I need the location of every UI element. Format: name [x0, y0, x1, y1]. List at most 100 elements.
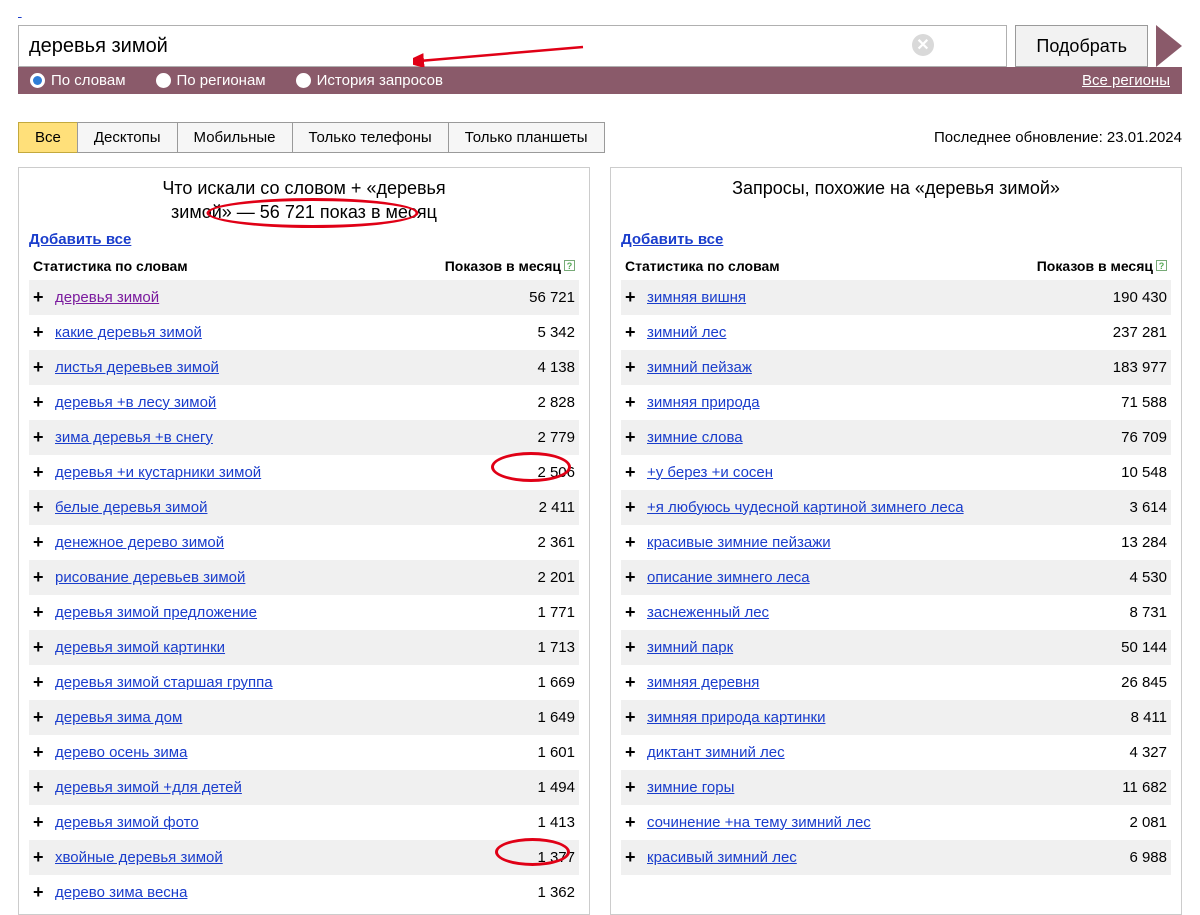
help-icon[interactable]: ?: [564, 260, 575, 271]
impressions-count: 4 530: [1097, 569, 1167, 586]
help-icon[interactable]: ?: [1156, 260, 1167, 271]
keyword-link[interactable]: +у берез +и сосен: [647, 464, 773, 481]
add-icon[interactable]: +: [33, 672, 55, 693]
keyword-link[interactable]: зимний парк: [647, 639, 733, 656]
keyword-link[interactable]: деревья зимой предложение: [55, 604, 257, 621]
search-input[interactable]: [18, 25, 1007, 67]
add-all-left[interactable]: Добавить все: [29, 231, 131, 248]
tab-mobile[interactable]: Мобильные: [177, 122, 293, 153]
keyword-link[interactable]: деревья зимой +для детей: [55, 779, 242, 796]
keyword-link[interactable]: деревья зимой фото: [55, 814, 199, 831]
radio-history[interactable]: История запросов: [296, 72, 443, 89]
keyword-link[interactable]: деревья зима дом: [55, 709, 182, 726]
add-all-right[interactable]: Добавить все: [621, 231, 723, 248]
keyword-link[interactable]: листья деревьев зимой: [55, 359, 219, 376]
keyword-link[interactable]: зимняя природа: [647, 394, 760, 411]
keyword-link[interactable]: зимняя деревня: [647, 674, 759, 691]
tab-phones[interactable]: Только телефоны: [292, 122, 449, 153]
add-icon[interactable]: +: [33, 637, 55, 658]
impressions-count: 1 669: [505, 674, 575, 691]
keyword-link[interactable]: деревья +и кустарники зимой: [55, 464, 261, 481]
add-icon[interactable]: +: [625, 497, 647, 518]
keyword-link[interactable]: дерево зима весна: [55, 884, 187, 901]
add-icon[interactable]: +: [625, 427, 647, 448]
add-icon[interactable]: +: [33, 602, 55, 623]
add-icon[interactable]: +: [625, 322, 647, 343]
keyword-link[interactable]: деревья зимой: [55, 289, 159, 306]
keyword-link[interactable]: красивый зимний лес: [647, 849, 797, 866]
keyword-link[interactable]: деревья зимой картинки: [55, 639, 225, 656]
impressions-count: 2 411: [505, 499, 575, 516]
add-icon[interactable]: +: [33, 322, 55, 343]
radio-by-regions[interactable]: По регионам: [156, 72, 266, 89]
add-icon[interactable]: +: [625, 287, 647, 308]
table-row: +зимняя природа71 588: [621, 385, 1171, 420]
impressions-count: 1 713: [505, 639, 575, 656]
add-icon[interactable]: +: [625, 462, 647, 483]
keyword-link[interactable]: хвойные деревья зимой: [55, 849, 223, 866]
keyword-link[interactable]: зимний пейзаж: [647, 359, 752, 376]
add-icon[interactable]: +: [33, 847, 55, 868]
add-icon[interactable]: +: [625, 672, 647, 693]
keyword-link[interactable]: белые деревья зимой: [55, 499, 207, 516]
add-icon[interactable]: +: [625, 567, 647, 588]
add-icon[interactable]: +: [33, 497, 55, 518]
radio-dot-icon: [156, 73, 171, 88]
table-row: +деревья зима дом1 649: [29, 700, 579, 735]
radio-dot-icon: [30, 73, 45, 88]
add-icon[interactable]: +: [625, 812, 647, 833]
keyword-link[interactable]: заснеженный лес: [647, 604, 769, 621]
keyword-link[interactable]: какие деревья зимой: [55, 324, 202, 341]
add-icon[interactable]: +: [33, 777, 55, 798]
table-row: +хвойные деревья зимой1 377: [29, 840, 579, 875]
add-icon[interactable]: +: [625, 847, 647, 868]
table-row: ++я любуюсь чудесной картиной зимнего ле…: [621, 490, 1171, 525]
keyword-link[interactable]: рисование деревьев зимой: [55, 569, 245, 586]
add-icon[interactable]: +: [33, 287, 55, 308]
radio-by-words[interactable]: По словам: [30, 72, 126, 89]
keyword-link[interactable]: сочинение +на тему зимний лес: [647, 814, 871, 831]
keyword-link[interactable]: зимний лес: [647, 324, 726, 341]
add-icon[interactable]: +: [625, 602, 647, 623]
add-icon[interactable]: +: [33, 707, 55, 728]
all-regions-link[interactable]: Все регионы: [1082, 72, 1170, 89]
tab-all[interactable]: Все: [18, 122, 78, 153]
submit-button[interactable]: Подобрать: [1015, 25, 1148, 67]
keyword-link[interactable]: зимняя вишня: [647, 289, 746, 306]
keyword-link[interactable]: +я любуюсь чудесной картиной зимнего лес…: [647, 497, 964, 518]
add-icon[interactable]: +: [625, 357, 647, 378]
table-row: +красивый зимний лес6 988: [621, 840, 1171, 875]
add-icon[interactable]: +: [625, 532, 647, 553]
add-icon[interactable]: +: [33, 532, 55, 553]
keyword-link[interactable]: деревья зимой старшая группа: [55, 674, 273, 691]
add-icon[interactable]: +: [33, 567, 55, 588]
keyword-link[interactable]: диктант зимний лес: [647, 744, 785, 761]
keyword-link[interactable]: деревья +в лесу зимой: [55, 394, 216, 411]
col-header-count: Показов в месяц: [445, 258, 561, 274]
keyword-link[interactable]: дерево осень зима: [55, 744, 187, 761]
tab-desktop[interactable]: Десктопы: [77, 122, 178, 153]
keyword-link[interactable]: зимняя природа картинки: [647, 709, 825, 726]
add-icon[interactable]: +: [33, 357, 55, 378]
add-icon[interactable]: +: [625, 777, 647, 798]
add-icon[interactable]: +: [625, 392, 647, 413]
add-icon[interactable]: +: [625, 637, 647, 658]
add-icon[interactable]: +: [33, 882, 55, 903]
tab-tablets[interactable]: Только планшеты: [448, 122, 605, 153]
keyword-link[interactable]: денежное дерево зимой: [55, 534, 224, 551]
add-icon[interactable]: +: [33, 812, 55, 833]
add-icon[interactable]: +: [33, 392, 55, 413]
keyword-link[interactable]: зимние горы: [647, 779, 734, 796]
table-row: +какие деревья зимой5 342: [29, 315, 579, 350]
add-icon[interactable]: +: [625, 707, 647, 728]
add-icon[interactable]: +: [625, 742, 647, 763]
table-row: +зима деревья +в снегу2 779: [29, 420, 579, 455]
keyword-link[interactable]: красивые зимние пейзажи: [647, 534, 831, 551]
add-icon[interactable]: +: [33, 427, 55, 448]
add-icon[interactable]: +: [33, 462, 55, 483]
add-icon[interactable]: +: [33, 742, 55, 763]
keyword-link[interactable]: зимние слова: [647, 429, 743, 446]
clear-icon[interactable]: ✕: [912, 34, 934, 56]
keyword-link[interactable]: зима деревья +в снегу: [55, 429, 213, 446]
keyword-link[interactable]: описание зимнего леса: [647, 569, 810, 586]
